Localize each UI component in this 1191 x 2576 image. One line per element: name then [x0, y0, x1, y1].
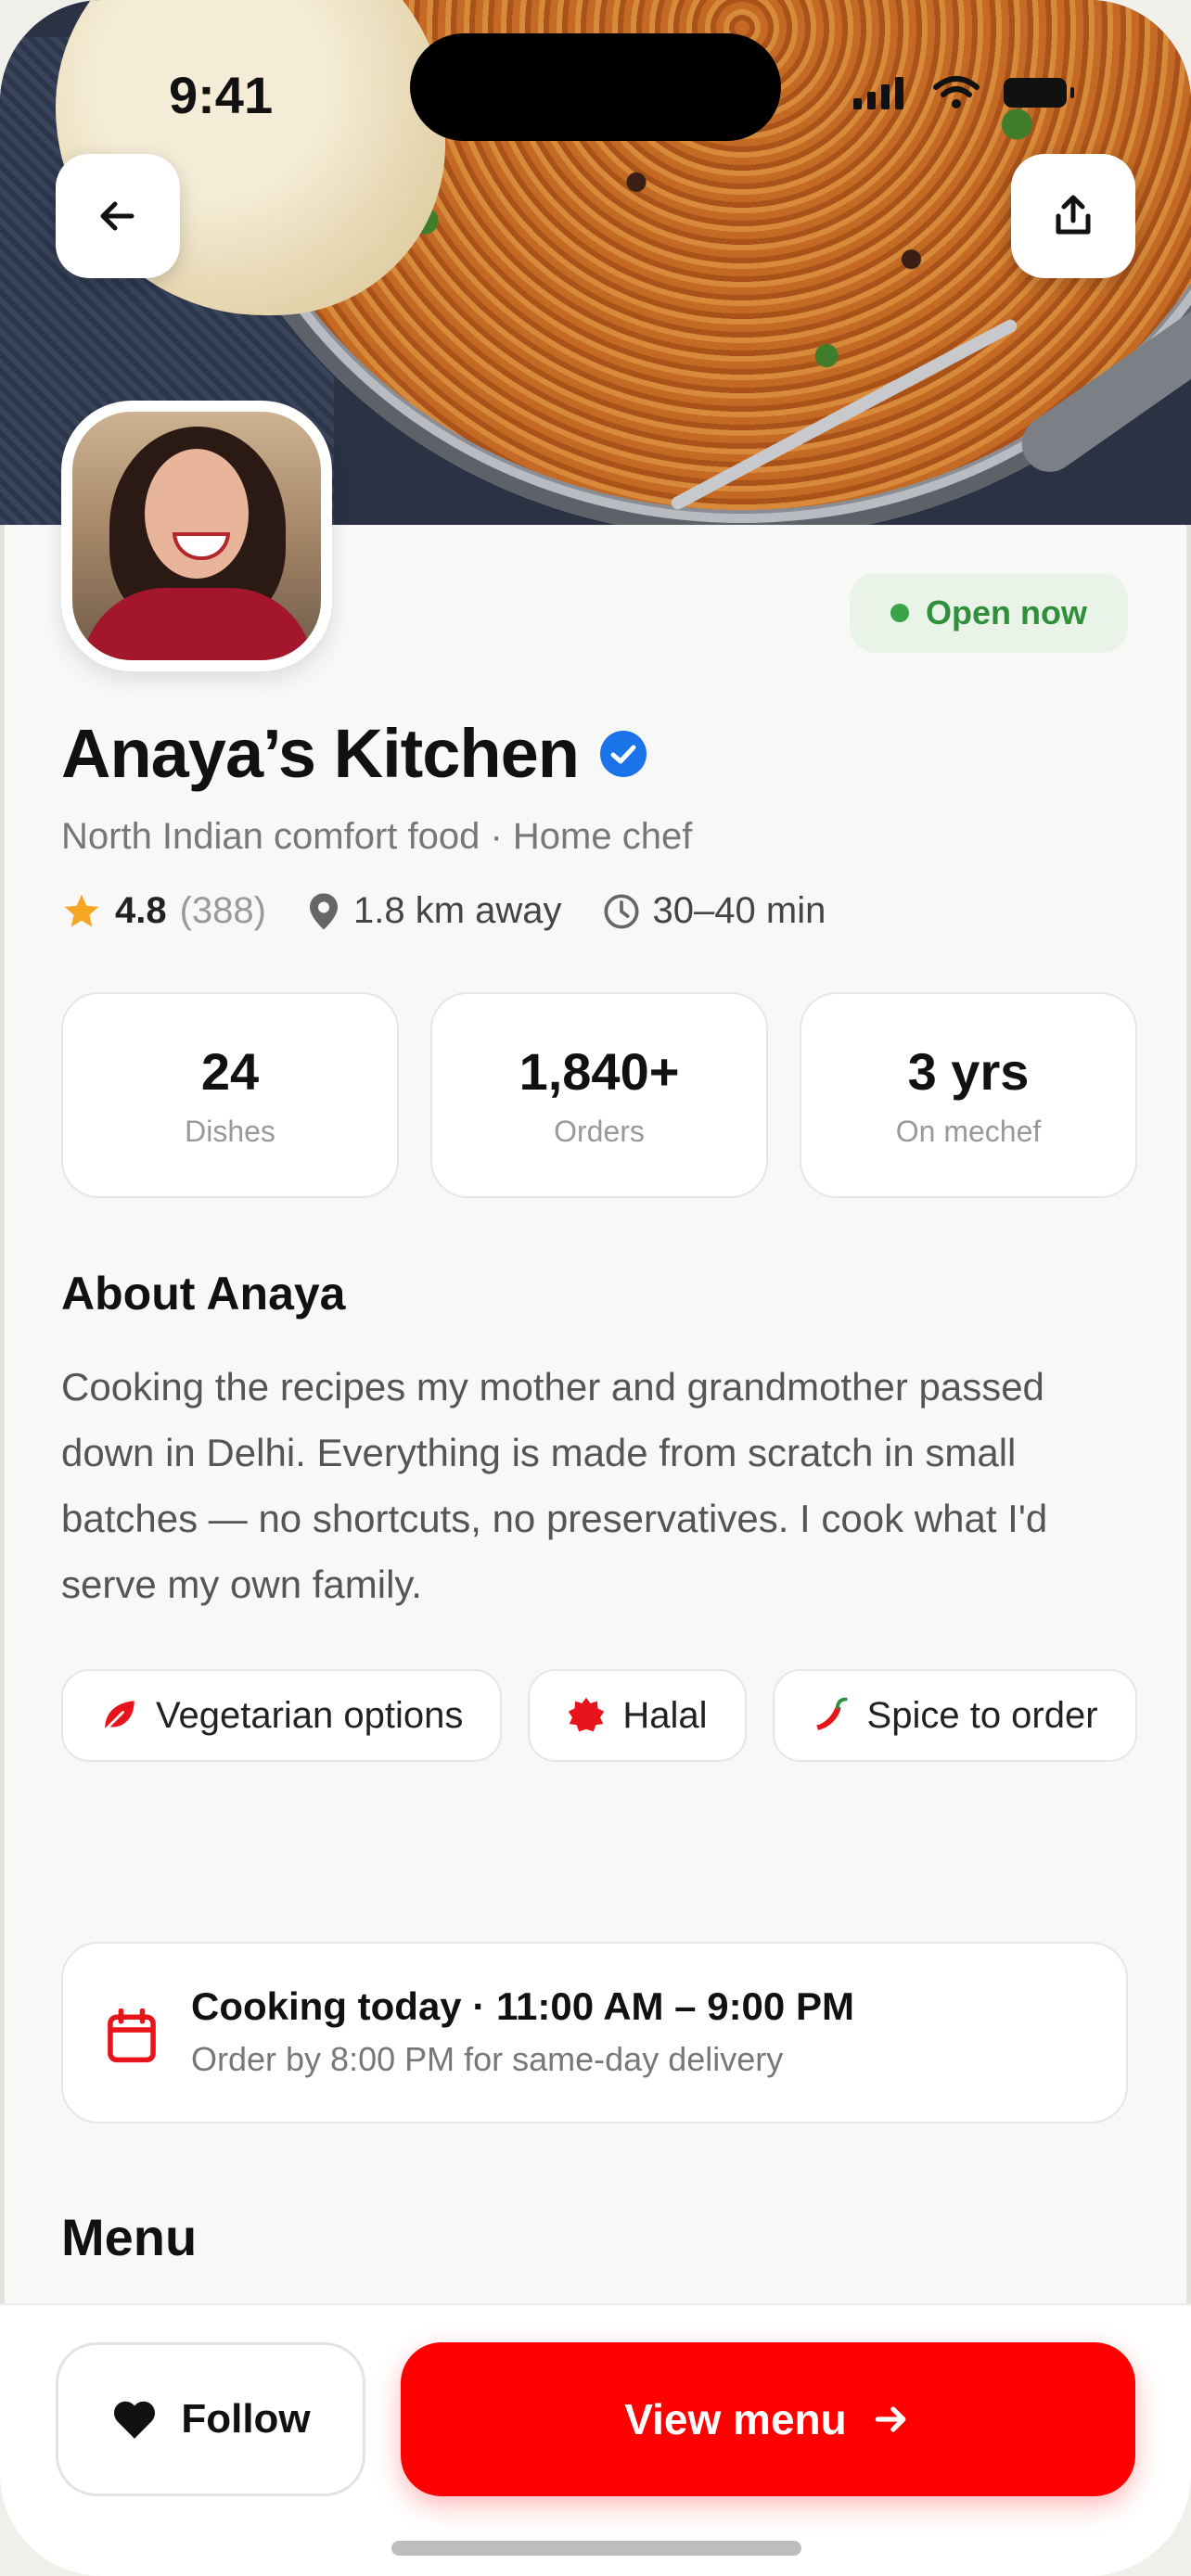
phone-screen: 9:41 Open now Anaya’s Kitchen North Indi…	[0, 0, 1191, 2576]
follow-label: Follow	[181, 2396, 311, 2442]
chef-avatar	[61, 401, 332, 671]
delivery-time: 30–40 min	[652, 890, 826, 931]
stats-row: 24 Dishes 1,840+ Orders 3 yrs On mechef	[61, 992, 1137, 1198]
menu-heading: Menu	[61, 2208, 198, 2266]
calendar-icon	[108, 2009, 156, 2063]
kitchen-name: Anaya’s Kitchen	[61, 715, 580, 792]
schedule-title: Cooking today · 11:00 AM – 9:00 PM	[191, 1984, 854, 2028]
about-heading: About Anaya	[61, 1268, 346, 1320]
schedule-card: Cooking today · 11:00 AM – 9:00 PM Order…	[61, 1942, 1128, 2123]
distance: 1.8 km away	[353, 890, 562, 931]
rating-count: (388)	[179, 890, 266, 931]
schedule-subtitle: Order by 8:00 PM for same-day delivery	[191, 2040, 784, 2078]
stat-card-orders: 1,840+ Orders	[430, 992, 768, 1198]
stat-card-tenure: 3 yrs On mechef	[800, 992, 1137, 1198]
home-indicator	[391, 2541, 801, 2556]
stat-label: Dishes	[185, 1115, 275, 1148]
rating-value: 4.8	[115, 890, 167, 931]
view-menu-button[interactable]: View menu	[401, 2342, 1135, 2496]
clock-icon	[604, 894, 639, 928]
verified-icon	[600, 730, 647, 777]
stat-value: 3 yrs	[907, 1042, 1030, 1101]
tag-list: Vegetarian options Halal Spice to order	[61, 1669, 1137, 1762]
open-status-badge: Open now	[850, 573, 1128, 653]
stat-label: On mechef	[895, 1115, 1042, 1148]
tag-spice: Spice to order	[772, 1669, 1137, 1762]
leaf-icon	[103, 1701, 134, 1732]
signal-icon	[853, 77, 903, 109]
follow-button[interactable]: Follow	[56, 2342, 365, 2496]
tag-vegetarian: Vegetarian options	[61, 1669, 503, 1762]
tag-label: Vegetarian options	[156, 1694, 464, 1736]
battery-icon	[1004, 78, 1074, 108]
status-time: 9:41	[169, 66, 274, 124]
stat-value: 1,840+	[519, 1042, 680, 1101]
status-dot-icon	[890, 604, 909, 622]
stat-value: 24	[200, 1042, 260, 1101]
open-status-label: Open now	[926, 593, 1087, 631]
tag-halal: Halal	[528, 1669, 747, 1762]
about-text: Cooking the recipes my mother and grandm…	[61, 1365, 1048, 1606]
arrow-right-icon	[875, 2406, 906, 2432]
tag-label: Spice to order	[866, 1694, 1098, 1736]
status-bar: 9:41	[0, 0, 1191, 185]
star-icon	[64, 894, 99, 926]
location-pin-icon	[310, 893, 338, 929]
bottom-action-bar: Follow View menu	[0, 2303, 1191, 2576]
kitchen-meta: 4.8 (388) 1.8 km away 30–40 min	[61, 890, 826, 932]
stat-label: Orders	[554, 1115, 645, 1148]
tag-label: Halal	[622, 1694, 708, 1736]
halal-badge-icon	[569, 1697, 605, 1732]
arrow-left-icon	[100, 201, 134, 231]
share-button[interactable]	[1011, 154, 1135, 278]
page-title: Anaya’s Kitchen	[61, 714, 647, 793]
kitchen-subtitle: North Indian comfort food · Home chef	[61, 816, 693, 857]
stat-card-dishes: 24 Dishes	[61, 992, 399, 1198]
share-icon	[1056, 195, 1091, 235]
heart-icon	[114, 2401, 156, 2439]
back-button[interactable]	[56, 154, 180, 278]
wifi-icon	[933, 76, 980, 108]
dynamic-island	[410, 33, 781, 141]
chili-icon	[815, 1697, 848, 1730]
view-menu-label: View menu	[624, 2395, 847, 2443]
